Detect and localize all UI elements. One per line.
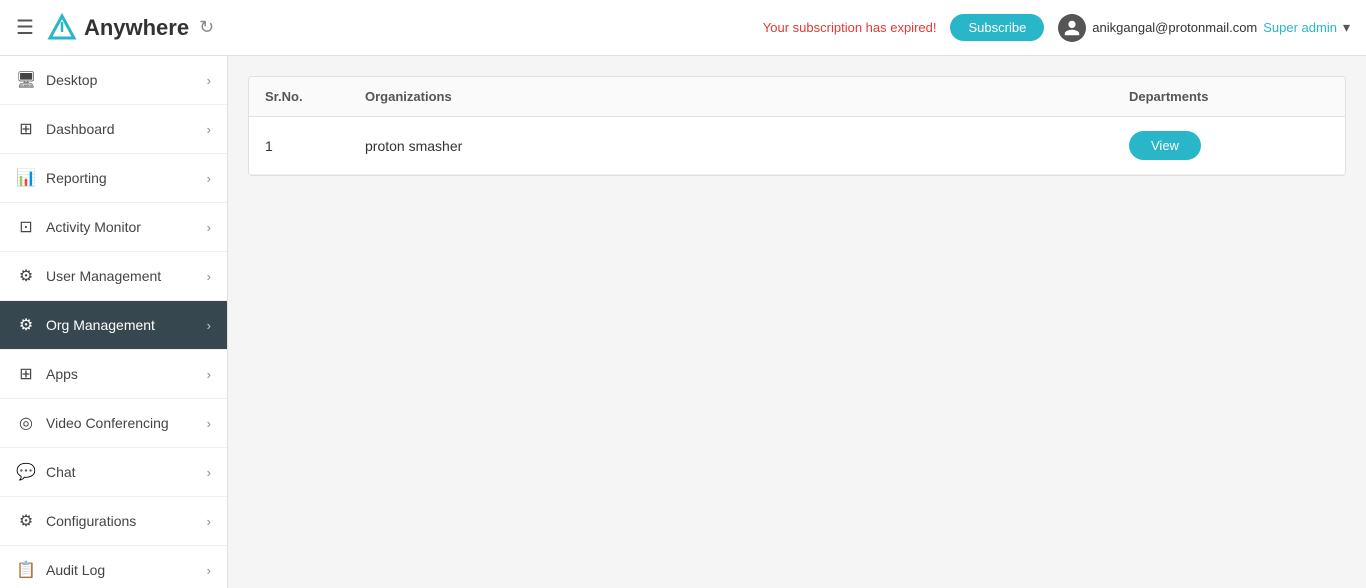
sidebar-chevron-user-management: › — [207, 269, 211, 284]
sidebar-label-apps: Apps — [46, 366, 78, 382]
user-email: anikgangal@protonmail.com — [1092, 20, 1257, 35]
sidebar-label-user-management: User Management — [46, 268, 161, 284]
sidebar-chevron-activity-monitor: › — [207, 220, 211, 235]
col-sr-no: Sr.No. — [265, 89, 365, 104]
super-admin-label: Super admin — [1263, 20, 1337, 35]
sidebar-item-left-reporting: 📊 Reporting — [16, 168, 107, 188]
sidebar-item-apps[interactable]: ⊞ Apps › — [0, 350, 227, 399]
sidebar-icon-chat: 💬 — [16, 462, 36, 482]
hamburger-menu[interactable]: ☰ — [16, 15, 34, 40]
sidebar-item-audit-log[interactable]: 📋 Audit Log › — [0, 546, 227, 588]
sidebar-icon-dashboard: ⊞ — [16, 119, 36, 139]
sidebar: 🖥 Desktop › ⊞ Dashboard › 📊 Reporting › … — [0, 56, 228, 588]
sidebar-chevron-video-conferencing: › — [207, 416, 211, 431]
sidebar-item-left-chat: 💬 Chat — [16, 462, 76, 482]
main-content: Sr.No. Organizations Departments 1 proto… — [228, 56, 1366, 588]
sidebar-label-reporting: Reporting — [46, 170, 107, 186]
sidebar-item-reporting[interactable]: 📊 Reporting › — [0, 154, 227, 203]
app-title: Anywhere — [84, 15, 189, 41]
sidebar-label-dashboard: Dashboard — [46, 121, 115, 137]
table-header: Sr.No. Organizations Departments — [249, 77, 1345, 117]
sidebar-chevron-org-management: › — [207, 318, 211, 333]
table-row: 1 proton smasher View — [249, 117, 1345, 175]
logo-icon — [46, 12, 78, 44]
cell-sr-no: 1 — [265, 138, 365, 154]
sidebar-item-left-user-management: ⚙ User Management — [16, 266, 161, 286]
header-right: Your subscription has expired! Subscribe… — [763, 14, 1350, 42]
sidebar-icon-apps: ⊞ — [16, 364, 36, 384]
sidebar-item-video-conferencing[interactable]: ◎ Video Conferencing › — [0, 399, 227, 448]
sidebar-label-org-management: Org Management — [46, 317, 155, 333]
header-left: ☰ Anywhere ↻ — [16, 12, 214, 44]
sidebar-item-left-dashboard: ⊞ Dashboard — [16, 119, 115, 139]
sidebar-item-configurations[interactable]: ⚙ Configurations › — [0, 497, 227, 546]
logo-area: Anywhere ↻ — [46, 12, 214, 44]
sidebar-chevron-dashboard: › — [207, 122, 211, 137]
sidebar-label-activity-monitor: Activity Monitor — [46, 219, 141, 235]
sidebar-label-video-conferencing: Video Conferencing — [46, 415, 169, 431]
sidebar-icon-audit-log: 📋 — [16, 560, 36, 580]
subscribe-button[interactable]: Subscribe — [950, 14, 1044, 41]
sidebar-item-dashboard[interactable]: ⊞ Dashboard › — [0, 105, 227, 154]
organizations-table: Sr.No. Organizations Departments 1 proto… — [248, 76, 1346, 176]
user-area[interactable]: anikgangal@protonmail.com Super admin ▾ — [1058, 14, 1350, 42]
sidebar-icon-org-management: ⚙ — [16, 315, 36, 335]
sidebar-label-desktop: Desktop — [46, 72, 97, 88]
sidebar-item-left-desktop: 🖥 Desktop — [16, 70, 97, 90]
sidebar-item-chat[interactable]: 💬 Chat › — [0, 448, 227, 497]
main-layout: 🖥 Desktop › ⊞ Dashboard › 📊 Reporting › … — [0, 56, 1366, 588]
sidebar-chevron-audit-log: › — [207, 563, 211, 578]
cell-departments: View — [1129, 131, 1329, 160]
subscription-expired-text: Your subscription has expired! — [763, 20, 937, 35]
sidebar-icon-configurations: ⚙ — [16, 511, 36, 531]
sidebar-chevron-reporting: › — [207, 171, 211, 186]
sidebar-item-left-activity-monitor: ⊡ Activity Monitor — [16, 217, 141, 237]
cell-organization: proton smasher — [365, 138, 1129, 154]
user-menu-chevron-icon: ▾ — [1343, 19, 1350, 36]
app-header: ☰ Anywhere ↻ Your subscription has expir… — [0, 0, 1366, 56]
user-avatar-icon — [1058, 14, 1086, 42]
refresh-icon[interactable]: ↻ — [199, 17, 214, 38]
sidebar-item-left-audit-log: 📋 Audit Log — [16, 560, 105, 580]
sidebar-label-configurations: Configurations — [46, 513, 136, 529]
sidebar-label-audit-log: Audit Log — [46, 562, 105, 578]
sidebar-icon-video-conferencing: ◎ — [16, 413, 36, 433]
sidebar-icon-desktop: 🖥 — [16, 70, 36, 90]
sidebar-chevron-chat: › — [207, 465, 211, 480]
sidebar-item-left-video-conferencing: ◎ Video Conferencing — [16, 413, 169, 433]
view-button[interactable]: View — [1129, 131, 1201, 160]
sidebar-icon-user-management: ⚙ — [16, 266, 36, 286]
sidebar-item-left-org-management: ⚙ Org Management — [16, 315, 155, 335]
col-departments: Departments — [1129, 89, 1329, 104]
sidebar-icon-activity-monitor: ⊡ — [16, 217, 36, 237]
sidebar-item-desktop[interactable]: 🖥 Desktop › — [0, 56, 227, 105]
sidebar-item-org-management[interactable]: ⚙ Org Management › — [0, 301, 227, 350]
sidebar-item-user-management[interactable]: ⚙ User Management › — [0, 252, 227, 301]
sidebar-label-chat: Chat — [46, 464, 76, 480]
col-organizations: Organizations — [365, 89, 1129, 104]
sidebar-item-activity-monitor[interactable]: ⊡ Activity Monitor › — [0, 203, 227, 252]
sidebar-item-left-configurations: ⚙ Configurations — [16, 511, 136, 531]
sidebar-chevron-desktop: › — [207, 73, 211, 88]
sidebar-chevron-apps: › — [207, 367, 211, 382]
sidebar-item-left-apps: ⊞ Apps — [16, 364, 78, 384]
sidebar-chevron-configurations: › — [207, 514, 211, 529]
sidebar-icon-reporting: 📊 — [16, 168, 36, 188]
